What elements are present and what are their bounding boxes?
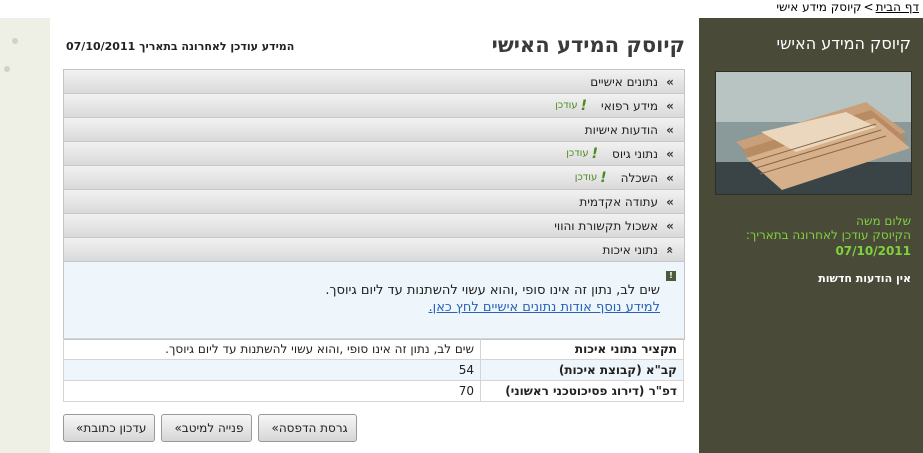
- decoration-dot: [4, 66, 10, 72]
- action-buttons: עדכון כתובת » פנייה למיטב » גרסת הדפסה »: [63, 414, 357, 442]
- chevron-icon: »: [666, 194, 674, 209]
- accordion-label: עתודה אקדמית: [579, 194, 658, 209]
- sidebar-greeting: שלום משה הקיוסק עודכן לאחרונה בתאריך:: [746, 214, 911, 242]
- arrow-icon: »: [76, 421, 84, 435]
- accordion-label: נתוני גיוס: [612, 146, 658, 161]
- left-decoration: [0, 18, 50, 453]
- accordion-label: נתוני איכות: [602, 242, 658, 257]
- arrow-icon: »: [271, 421, 279, 435]
- updated-badge: ! עודכן: [566, 146, 598, 162]
- info-updated: המידע עודכן לאחרונה בתאריך 07/10/2011: [66, 40, 294, 53]
- decoration-dot: [12, 38, 18, 44]
- accordion-academic-reserve[interactable]: » עתודה אקדמית: [64, 190, 684, 214]
- greeting-text: שלום משה: [856, 214, 911, 228]
- row-label: תקציר נתוני איכות: [480, 338, 684, 360]
- accordion-quality-data[interactable]: » נתוני איכות: [64, 238, 684, 262]
- exclamation-icon: !: [600, 169, 607, 186]
- exclamation-icon: !: [591, 145, 599, 162]
- accordion-education[interactable]: » השכלה ! עודכן: [64, 166, 684, 190]
- table-row: קב"א (קבוצת איכות) 54: [63, 359, 684, 381]
- updated-badge: ! עודכן: [555, 98, 587, 114]
- row-value: 54: [63, 359, 481, 381]
- print-version-button[interactable]: גרסת הדפסה »: [258, 414, 357, 442]
- sidebar: קיוסק המידע האישי שלום משה הקיוסק עודכן …: [699, 18, 923, 453]
- info-updated-label: המידע עודכן לאחרונה בתאריך: [139, 40, 295, 53]
- updated-badge-text: עודכן: [555, 100, 578, 111]
- button-label: עדכון כתובת: [83, 421, 147, 435]
- info-accordion: » נתונים אישיים » מידע רפואי ! עודכן » הו…: [63, 69, 685, 340]
- chevron-icon: »: [666, 74, 674, 89]
- accordion-label: אשכול תקשורת והווי: [554, 218, 658, 233]
- notice-text: שים לב, נתון זה אינו סופי ,והוא עשוי להש…: [325, 283, 660, 298]
- accordion-communications-cluster[interactable]: » אשכול תקשורת והווי: [64, 214, 684, 238]
- chevron-icon: »: [666, 170, 674, 185]
- updated-badge-text: עודכן: [574, 172, 598, 183]
- quality-notice: ! שים לב, נתון זה אינו סופי ,והוא עשוי ל…: [64, 262, 684, 339]
- chevron-icon: »: [666, 218, 674, 233]
- more-info-link[interactable]: למידע נוסף אודות נתונים אישיים לחץ כאן.: [429, 300, 660, 315]
- breadcrumb-current: קיוסק מידע אישי: [776, 0, 862, 14]
- quality-table: תקציר נתוני איכות שים לב, נתון זה אינו ס…: [63, 338, 684, 402]
- table-row: תקציר נתוני איכות שים לב, נתון זה אינו ס…: [63, 338, 684, 360]
- chevron-down-icon: »: [663, 245, 677, 254]
- breadcrumb-separator: >: [863, 0, 874, 14]
- page-title: קיוסק המידע האישי: [491, 33, 685, 57]
- alert-icon: !: [666, 271, 676, 281]
- accordion-label: נתונים אישיים: [590, 74, 658, 89]
- row-label: קב"א (קבוצת איכות): [480, 359, 684, 381]
- row-value: 70: [63, 380, 481, 402]
- update-address-button[interactable]: עדכון כתובת »: [63, 414, 156, 442]
- table-row: דפ"ר (דירוג פסיכוטכני ראשוני) 70: [63, 380, 684, 402]
- row-value: שים לב, נתון זה אינו סופי ,והוא עשוי להש…: [63, 338, 481, 360]
- accordion-recruitment-data[interactable]: » נתוני גיוס ! עודכן: [64, 142, 684, 166]
- accordion-label: השכלה: [620, 170, 658, 185]
- updated-badge: ! עודכן: [575, 170, 607, 186]
- updated-badge-text: עודכן: [566, 148, 589, 159]
- main-content: קיוסק המידע האישי המידע עודכן לאחרונה בת…: [50, 18, 699, 453]
- breadcrumb: דף הבית>קיוסק מידע אישי: [776, 0, 919, 16]
- arrow-icon: »: [174, 421, 182, 435]
- accordion-personal-data[interactable]: » נתונים אישיים: [64, 70, 684, 94]
- breadcrumb-home-link[interactable]: דף הבית: [876, 0, 919, 14]
- button-label: גרסת הדפסה: [278, 421, 348, 435]
- accordion-personal-messages[interactable]: » הודעות אישיות: [64, 118, 684, 142]
- row-label: דפ"ר (דירוג פסיכוטכני ראשוני): [480, 380, 684, 402]
- no-news-text: אין הודעות חדשות: [818, 272, 911, 285]
- button-label: פנייה למיטב: [181, 421, 244, 435]
- kiosk-updated-date: 07/10/2011: [835, 244, 911, 258]
- sidebar-title: קיוסק המידע האישי: [776, 34, 911, 53]
- files-photo: [715, 71, 912, 195]
- chevron-icon: »: [666, 122, 674, 137]
- chevron-icon: »: [666, 98, 674, 113]
- exclamation-icon: !: [580, 97, 588, 114]
- kiosk-updated-label: הקיוסק עודכן לאחרונה בתאריך:: [745, 228, 911, 242]
- accordion-label: הודעות אישיות: [584, 122, 658, 137]
- contact-meitav-button[interactable]: פנייה למיטב »: [161, 414, 253, 442]
- info-updated-date: 07/10/2011: [66, 40, 136, 53]
- accordion-label: מידע רפואי: [601, 98, 658, 113]
- folders-image: [716, 72, 911, 194]
- accordion-medical-info[interactable]: » מידע רפואי ! עודכן: [64, 94, 684, 118]
- chevron-icon: »: [666, 146, 674, 161]
